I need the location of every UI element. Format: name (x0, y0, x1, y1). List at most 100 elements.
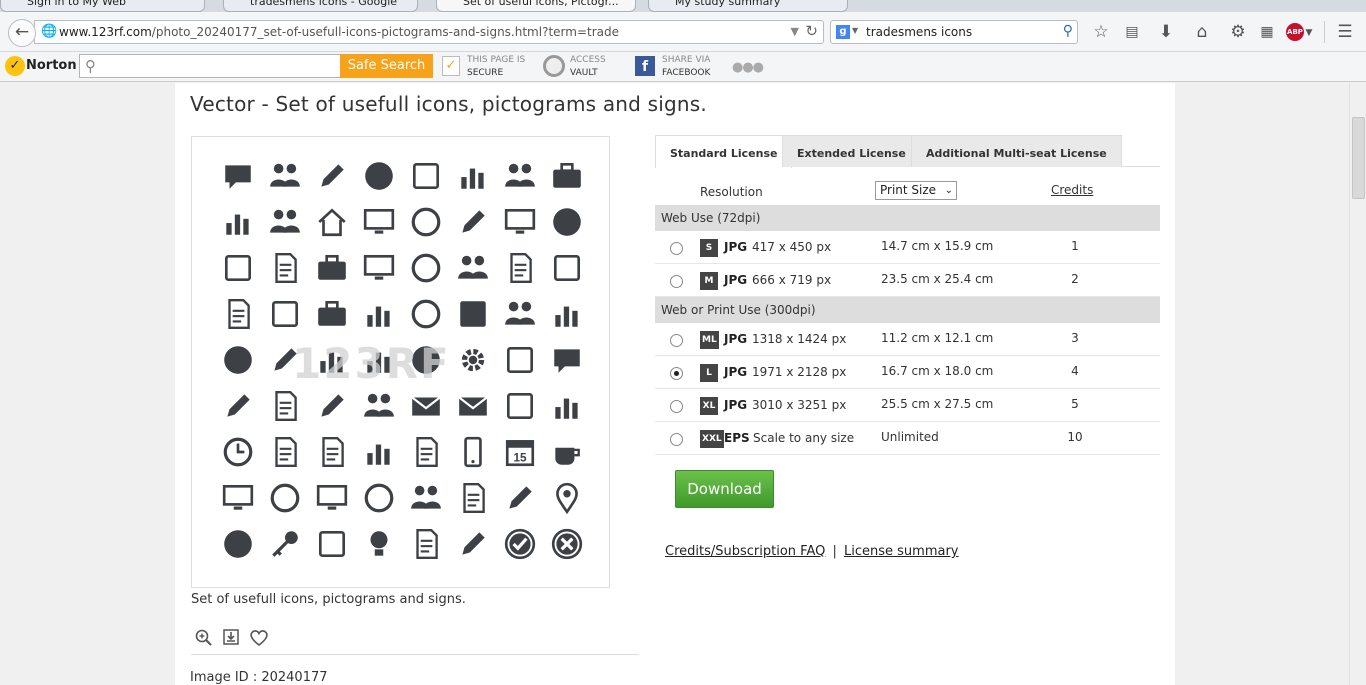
target-icon (402, 199, 449, 245)
file-format: JPG (724, 398, 748, 412)
browser-tab[interactable]: tradesmens icons - Google (223, 0, 418, 12)
radio-button-selected[interactable] (670, 367, 683, 380)
secure-check-icon: ✓ (442, 56, 460, 76)
heart-icon[interactable] (249, 629, 269, 651)
share-facebook-button[interactable]: SHARE VIA FACEBOOK (662, 54, 710, 80)
print-size: Unlimited (881, 430, 939, 444)
vertical-scrollbar[interactable] (1349, 83, 1366, 685)
image-caption: Set of usefull icons, pictograms and sig… (191, 592, 466, 607)
norton-toolbar: ✓ Norton ⚲ Safe Search ✓ THIS PAGE IS SE… (0, 52, 1366, 82)
download-button[interactable]: Download (675, 470, 774, 508)
credit-cost: 5 (1071, 397, 1079, 411)
tab-standard-license[interactable]: Standard License (655, 135, 793, 168)
license-row[interactable]: M JPG 666 x 719 px 23.5 cm x 25.4 cm 2 (655, 264, 1160, 297)
print-size: 14.7 cm x 15.9 cm (881, 239, 994, 253)
license-table-header: Resolution Print Size ⌄ Credits (655, 177, 1160, 203)
toolbox-icon (308, 245, 355, 291)
download-comp-icon[interactable] (223, 629, 239, 649)
page-viewport: Vector - Set of usefull icons, pictogram… (0, 83, 1366, 685)
size-select[interactable]: Print Size ⌄ (875, 181, 957, 200)
hamburger-menu-icon[interactable]: ☰ (1334, 20, 1356, 44)
license-links: Credits/Subscription FAQ | License summa… (665, 544, 959, 559)
scrollbar-thumb[interactable] (1352, 117, 1365, 199)
monitor-chart-icon (496, 199, 543, 245)
browser-tab[interactable]: My study summary (648, 0, 848, 12)
radio-button[interactable] (670, 334, 683, 347)
radio-button[interactable] (670, 433, 683, 446)
calculator-icon (214, 245, 261, 291)
file-format: JPG (724, 332, 748, 346)
extension-icon[interactable]: ▦ (1256, 20, 1278, 44)
clipboard-list-icon (449, 475, 496, 521)
tab-multi-seat-license[interactable]: Additional Multi-seat License (911, 135, 1122, 167)
file-format: JPG (724, 240, 748, 254)
zoom-in-icon[interactable] (195, 629, 213, 651)
secure-line2: SECURE (467, 68, 504, 78)
radio-button[interactable] (670, 275, 683, 288)
safe-search-button[interactable]: Safe Search (340, 54, 433, 78)
image-preview[interactable]: 15 123RF (191, 136, 610, 588)
tab-label: Set of useful icons, Pictogr... (463, 0, 619, 8)
file-format: JPG (724, 365, 748, 379)
chevron-down-icon[interactable]: ▼ (1304, 21, 1314, 45)
license-row[interactable]: S JPG 417 x 450 px 14.7 cm x 15.9 cm 1 (655, 231, 1160, 264)
license-row[interactable]: XXL EPS Scale to any size Unlimited 10 (655, 422, 1160, 455)
tag-icon (308, 383, 355, 429)
license-table: Web Use (72dpi) S JPG 417 x 450 px 14.7 … (655, 205, 1160, 455)
license-row-selected[interactable]: L JPG 1971 x 2128 px 16.7 cm x 18.0 cm 4 (655, 356, 1160, 389)
norton-check-icon: ✓ (5, 56, 25, 76)
address-bar[interactable]: 🌐 www.123rf.com/photo_20240177_set-of-us… (34, 20, 824, 44)
license-summary-link[interactable]: License summary (844, 544, 959, 559)
lightbulb-icon (355, 521, 402, 567)
tab-extended-license[interactable]: Extended License (782, 135, 921, 167)
norton-brand: Norton (26, 58, 77, 73)
bookmark-star-icon[interactable]: ☆ (1090, 20, 1112, 44)
close-circle-icon (543, 521, 590, 567)
gear-icon[interactable]: ⚙ (1227, 20, 1249, 44)
tab-label: My study summary (675, 0, 781, 8)
access-vault-button[interactable]: ACCESS VAULT (570, 54, 606, 80)
radio-button[interactable] (670, 400, 683, 413)
pushpin-icon (261, 337, 308, 383)
faq-link[interactable]: Credits/Subscription FAQ (665, 544, 825, 559)
license-tabs: Standard License Extended License Additi… (655, 135, 1160, 168)
floppy-disk-icon (496, 337, 543, 383)
page-secure-status[interactable]: THIS PAGE IS SECURE (467, 54, 525, 80)
facebook-line2: FACEBOOK (662, 68, 711, 78)
globe-icon (402, 245, 449, 291)
secure-line1: THIS PAGE IS (467, 55, 526, 65)
more-options-icon[interactable]: ●●● (732, 60, 764, 75)
bookmarks-menu-icon[interactable]: ▤ (1121, 20, 1143, 44)
search-query[interactable]: tradesmens icons (866, 25, 972, 39)
organizer-icon (261, 383, 308, 429)
browser-tab[interactable]: Sign in to My Web (0, 0, 205, 12)
home-icon[interactable]: ⌂ (1191, 20, 1213, 44)
reload-icon[interactable]: ↻ (805, 22, 818, 40)
pixel-size: 3010 x 3251 px (752, 398, 847, 412)
credits-link[interactable]: Credits (1051, 183, 1093, 197)
document-check-icon (261, 429, 308, 475)
presentation-chart-icon (355, 199, 402, 245)
search-bar[interactable]: g ▼ tradesmens icons ⚲ (830, 20, 1078, 44)
file-format: JPG (724, 273, 748, 287)
icon-grid: 15 (214, 153, 590, 567)
browser-tab-active[interactable]: Set of useful icons, Pictogr... (436, 0, 636, 12)
dropdown-arrow-icon[interactable]: ▼ (791, 25, 799, 38)
license-row[interactable]: XL JPG 3010 x 3251 px 25.5 cm x 27.5 cm … (655, 389, 1160, 422)
calculator-alt-icon (308, 521, 355, 567)
radio-button[interactable] (670, 242, 683, 255)
license-row[interactable]: ML JPG 1318 x 1424 px 11.2 cm x 12.1 cm … (655, 323, 1160, 356)
bank-icon (214, 199, 261, 245)
chevron-down-icon[interactable]: ▼ (852, 26, 858, 35)
adblock-icon[interactable]: ABP (1286, 23, 1304, 41)
search-icon[interactable]: ⚲ (1063, 23, 1073, 39)
download-arrow-icon[interactable]: ⬇ (1155, 20, 1177, 44)
laptop-money-icon (355, 245, 402, 291)
google-icon[interactable]: g (836, 25, 850, 39)
picture-icon (543, 245, 590, 291)
credit-cost: 3 (1071, 331, 1079, 345)
back-button[interactable]: ← (8, 19, 36, 47)
norton-search-input[interactable]: ⚲ (79, 54, 341, 78)
svg-text:15: 15 (513, 452, 526, 465)
navigation-toolbar: 🌐 www.123rf.com/photo_20240177_set-of-us… (0, 12, 1366, 52)
